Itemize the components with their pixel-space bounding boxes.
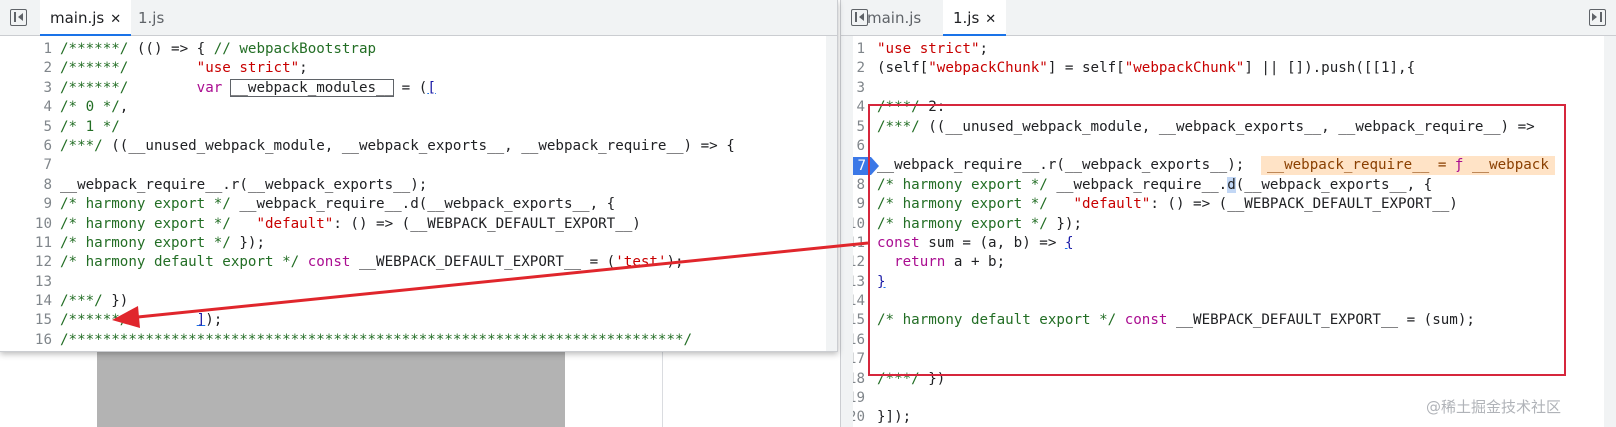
toggle-navigator-icon[interactable] [10,9,27,26]
tab-label: 1.js [138,9,165,27]
right-tab-bar: main.js 1.js ✕ [841,0,1616,36]
left-tab-bar: main.js ✕ 1.js [0,0,837,36]
toggle-debugger-icon[interactable] [1589,9,1606,26]
vertical-scrollbar[interactable] [826,36,837,351]
close-icon[interactable]: ✕ [985,12,996,27]
watermark-text: @稀土掘金技术社区 [1426,398,1562,416]
tab-main-js[interactable]: main.js ✕ [40,0,132,36]
left-editor-panel: main.js ✕ 1.js 1/******/ (() => { // webp… [0,0,838,352]
tab-label: main.js [50,9,105,27]
background-divider [662,352,663,427]
tab-label: main.js [867,9,922,27]
module-highlight-box [868,104,1566,376]
background-panel [97,352,565,427]
gutter-strip [841,36,853,427]
close-icon[interactable]: ✕ [110,12,121,27]
vertical-scrollbar[interactable] [1604,36,1616,427]
tab-1-js[interactable]: 1.js ✕ [943,0,1007,36]
tab-label: 1.js [953,9,980,27]
tab-1-js[interactable]: 1.js [128,0,174,36]
tab-main-js[interactable]: main.js [857,0,931,36]
